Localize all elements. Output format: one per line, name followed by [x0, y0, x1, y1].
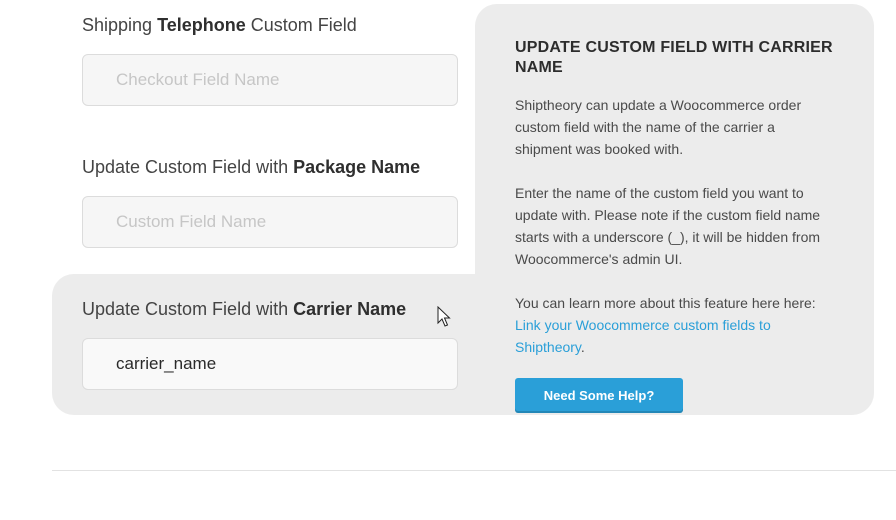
label-emphasis: Package Name: [293, 157, 421, 177]
label-prefix: Update Custom Field with: [82, 157, 294, 177]
help-docs-link[interactable]: Link your Woocommerce custom fields to S…: [515, 317, 771, 355]
help-paragraph-2: Enter the name of the custom field you w…: [515, 185, 821, 267]
label-suffix: Custom Field: [245, 15, 357, 35]
package-name-field-label: Update Custom Field with Package Name: [82, 157, 420, 178]
telephone-field-input[interactable]: [82, 54, 458, 106]
help-panel: UPDATE CUSTOM FIELD WITH CARRIER NAME Sh…: [475, 4, 874, 415]
help-paragraph-3-end: .: [580, 339, 585, 355]
label-prefix: Shipping: [82, 15, 158, 35]
need-help-button[interactable]: Need Some Help?: [515, 378, 683, 413]
help-paragraph-1: Shiptheory can update a Woocommerce orde…: [515, 97, 802, 157]
help-title: UPDATE CUSTOM FIELD WITH CARRIER NAME: [515, 39, 833, 76]
carrier-name-field-label: Update Custom Field with Carrier Name: [82, 299, 406, 320]
mouse-pointer-icon: [437, 306, 451, 327]
section-divider: [52, 470, 896, 471]
package-name-field-input[interactable]: [82, 196, 458, 248]
carrier-name-field-input[interactable]: [82, 338, 458, 390]
help-paragraph-3-text: You can learn more about this feature he…: [515, 295, 816, 311]
label-emphasis: Carrier Name: [293, 299, 407, 319]
label-emphasis: Telephone: [157, 15, 246, 35]
label-prefix: Update Custom Field with: [82, 299, 294, 319]
telephone-field-label: Shipping Telephone Custom Field: [82, 15, 357, 36]
help-paragraph-3: You can learn more about this feature he…: [515, 292, 834, 358]
